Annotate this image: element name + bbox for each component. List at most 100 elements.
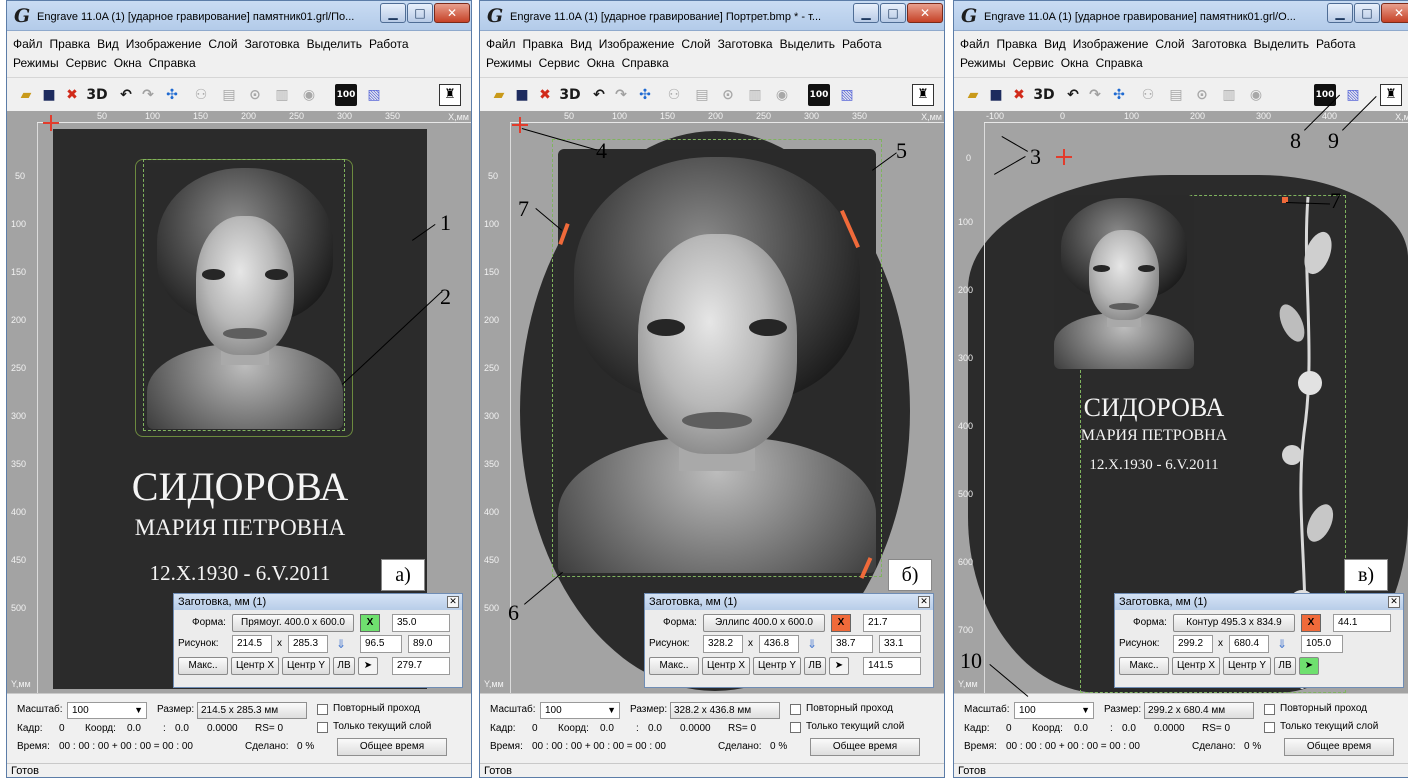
menu-select[interactable]: Выделить [1254,35,1309,54]
pointer-icon[interactable]: ➤ [1299,657,1319,675]
max-button[interactable]: Макс.. [178,657,228,675]
delete-icon[interactable]: ✖ [534,84,556,106]
monument-icon[interactable]: ♜ [912,84,934,106]
save-icon[interactable]: ■ [39,84,59,106]
minimize-button[interactable]: ▁ [380,3,406,23]
machine-icon[interactable]: ▤ [692,84,712,106]
total-time-button[interactable]: Общее время [337,738,447,756]
redo-icon[interactable]: ↷ [139,84,157,106]
repeat-pass-checkbox[interactable] [317,704,328,715]
center-y-button[interactable]: Центр Y [753,657,801,675]
max-button[interactable]: Макс.. [649,657,699,675]
pointer-icon[interactable]: ➤ [358,657,378,675]
three-d-button[interactable]: 3D [558,84,582,106]
menu-help[interactable]: Справка [1096,54,1143,73]
title-bar[interactable]: G Engrave 11.0A (1) [ударное гравировани… [7,1,471,31]
users-icon[interactable]: ⚇ [660,84,688,106]
shape-param-field[interactable]: 21.7 [863,614,921,632]
pointer-icon[interactable]: ➤ [829,657,849,675]
menu-image[interactable]: Изображение [599,35,675,54]
image-offset-a-field[interactable]: 38.7 [831,635,873,653]
extra-field[interactable]: 279.7 [392,657,450,675]
glasses-icon[interactable]: ⊙ [1190,84,1214,106]
minimize-button[interactable]: ▁ [1327,3,1353,23]
dialog-title[interactable]: Заготовка, мм (1) [1115,594,1403,610]
menu-view[interactable]: Вид [1044,35,1066,54]
three-d-button[interactable]: 3D [1032,84,1056,106]
menu-layer[interactable]: Слой [1155,35,1184,54]
close-button[interactable]: ✕ [434,3,470,23]
origin-cross-icon[interactable] [43,115,59,131]
current-layer-checkbox[interactable] [317,722,328,733]
minimize-button[interactable]: ▁ [853,3,879,23]
menu-service[interactable]: Сервис [1013,54,1054,73]
menu-file[interactable]: Файл [486,35,516,54]
menu-help[interactable]: Справка [622,54,669,73]
title-bar[interactable]: G Engrave 11.0A (1) [ударное гравировани… [480,1,944,31]
image-offset-b-field[interactable]: 33.1 [879,635,921,653]
menu-blank[interactable]: Заготовка [1192,35,1247,54]
menu-help[interactable]: Справка [149,54,196,73]
current-layer-checkbox[interactable] [1264,722,1275,733]
three-d-button[interactable]: 3D [85,84,109,106]
color-x-button[interactable]: X [831,614,851,632]
repeat-pass-checkbox[interactable] [790,704,801,715]
hundred-button[interactable]: 100 [335,84,357,106]
chart-icon[interactable]: ▥ [271,84,293,106]
lv-button[interactable]: ЛВ [804,657,826,675]
machine-icon[interactable]: ▤ [1166,84,1186,106]
menu-modes[interactable]: Режимы [13,54,59,73]
image-height-field[interactable]: 436.8 [759,635,799,653]
undo-icon[interactable]: ↶ [117,84,135,106]
center-y-button[interactable]: Центр Y [1223,657,1271,675]
chart-icon[interactable]: ▥ [1218,84,1240,106]
machine-icon[interactable]: ▤ [219,84,239,106]
color-x-button[interactable]: X [360,614,380,632]
maximize-button[interactable]: □ [407,3,433,23]
undo-icon[interactable]: ↶ [1064,84,1082,106]
workspace[interactable]: СИДОРОВА МАРИЯ ПЕТРОВНА 12.X.1930 - 6.V.… [7,111,471,693]
menu-select[interactable]: Выделить [307,35,362,54]
monument-icon[interactable]: ♜ [1380,84,1402,106]
menu-view[interactable]: Вид [97,35,119,54]
dialog-title[interactable]: Заготовка, мм (1) [174,594,462,610]
glasses-icon[interactable]: ⊙ [243,84,267,106]
total-time-button[interactable]: Общее время [810,738,920,756]
center-x-button[interactable]: Центр X [1172,657,1220,675]
glasses-icon[interactable]: ⊙ [716,84,740,106]
monument-icon[interactable]: ♜ [439,84,461,106]
image-offset-a-field[interactable]: 96.5 [360,635,402,653]
image-width-field[interactable]: 214.5 [232,635,272,653]
shape-param-field[interactable]: 44.1 [1333,614,1391,632]
menu-blank[interactable]: Заготовка [245,35,300,54]
scale-select[interactable]: 100 ▼ [540,702,620,719]
menu-select[interactable]: Выделить [780,35,835,54]
lv-button[interactable]: ЛВ [333,657,355,675]
image-height-field[interactable]: 285.3 [288,635,328,653]
undo-icon[interactable]: ↶ [590,84,608,106]
menu-layer[interactable]: Слой [681,35,710,54]
size-button[interactable]: 328.2 x 436.8 мм [670,702,780,719]
region-select-icon[interactable]: ▧ [1342,84,1364,106]
center-y-button[interactable]: Центр Y [282,657,330,675]
max-button[interactable]: Макс.. [1119,657,1169,675]
menu-image[interactable]: Изображение [126,35,202,54]
maximize-button[interactable]: □ [880,3,906,23]
hundred-button[interactable]: 100 [808,84,830,106]
menu-windows[interactable]: Окна [587,54,615,73]
open-folder-icon[interactable]: ▰ [15,84,37,106]
move-icon[interactable]: ✣ [161,84,183,106]
size-button[interactable]: 214.5 x 285.3 мм [197,702,307,719]
dialog-close-icon[interactable]: ✕ [1388,596,1400,608]
title-bar[interactable]: G Engrave 11.0A (1) [ударное гравировани… [954,1,1408,31]
menu-windows[interactable]: Окна [114,54,142,73]
image-width-field[interactable]: 299.2 [1173,635,1213,653]
menu-service[interactable]: Сервис [66,54,107,73]
shape-button[interactable]: Эллипс 400.0 x 600.0 [703,614,825,632]
menu-service[interactable]: Сервис [539,54,580,73]
close-button[interactable]: ✕ [1381,3,1408,23]
origin-cross-icon[interactable] [512,117,528,133]
dialog-close-icon[interactable]: ✕ [918,596,930,608]
dialog-title[interactable]: Заготовка, мм (1) [645,594,933,610]
menu-view[interactable]: Вид [570,35,592,54]
